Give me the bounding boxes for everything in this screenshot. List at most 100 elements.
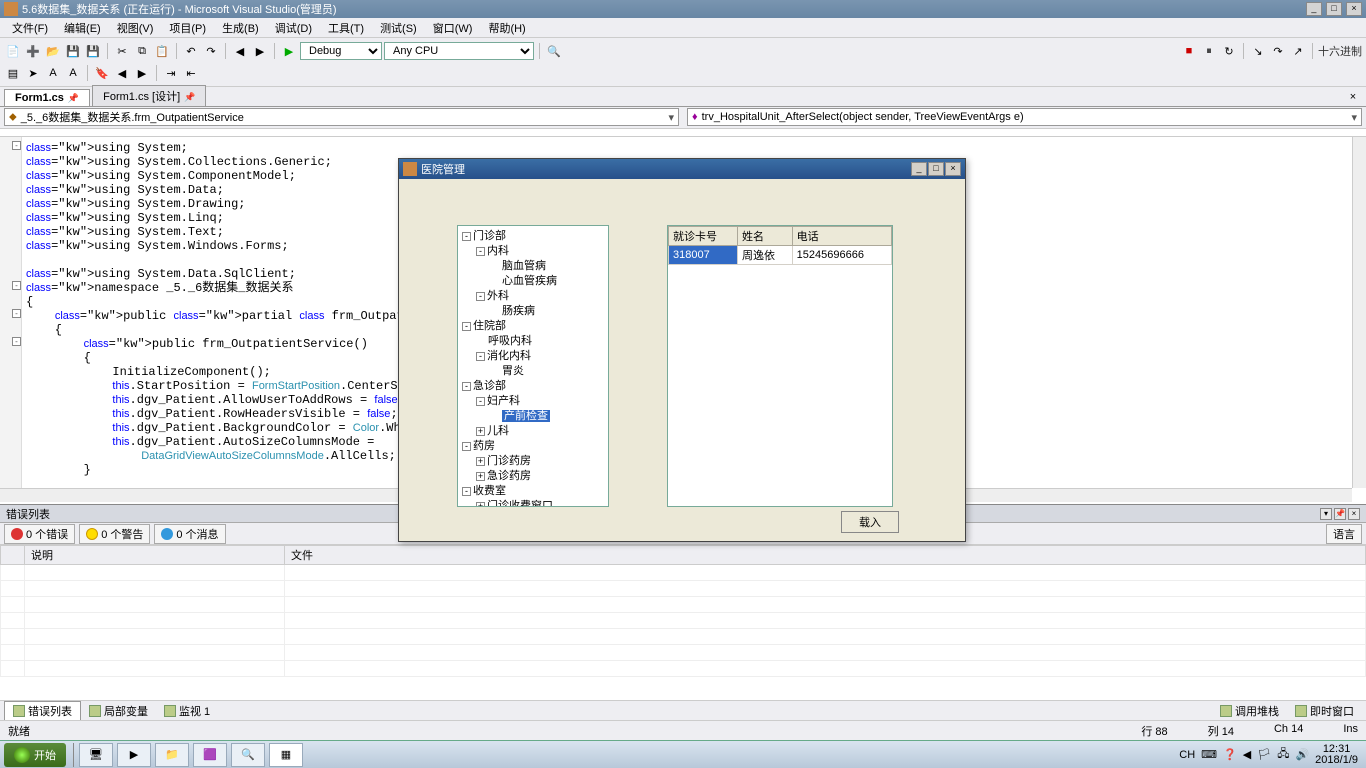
fold-icon[interactable]: - bbox=[12, 337, 21, 346]
tree-node[interactable]: +门诊药房 bbox=[460, 453, 606, 468]
tree-expander-icon[interactable]: + bbox=[476, 502, 485, 507]
dialog-close-button[interactable]: × bbox=[945, 162, 961, 176]
dialog-maximize-button[interactable]: □ bbox=[928, 162, 944, 176]
table-row[interactable] bbox=[1, 629, 1366, 645]
menu-edit[interactable]: 编辑(E) bbox=[56, 18, 109, 38]
taskbar-item[interactable]: 📁 bbox=[155, 743, 189, 767]
taskbar-clock[interactable]: 12:312018/1/9 bbox=[1315, 744, 1358, 766]
tree-node[interactable]: 呼吸内科 bbox=[460, 333, 606, 348]
tree-node[interactable]: -外科 bbox=[460, 288, 606, 303]
step-over-icon[interactable]: ↷ bbox=[1269, 42, 1287, 60]
tray-volume-icon[interactable]: 🔊 bbox=[1295, 748, 1309, 761]
start-debug-icon[interactable]: ▶ bbox=[280, 42, 298, 60]
tree-node-label[interactable]: 门诊收费窗口 bbox=[487, 500, 553, 507]
patient-datagrid[interactable]: 就诊卡号 姓名 电话 318007 周逸依 15245696666 bbox=[667, 225, 893, 507]
tree-node-label[interactable]: 心血管疾病 bbox=[502, 275, 557, 287]
menu-build[interactable]: 生成(B) bbox=[214, 18, 267, 38]
save-icon[interactable]: 💾 bbox=[64, 42, 82, 60]
tree-node[interactable]: +门诊收费窗口 bbox=[460, 498, 606, 507]
menu-test[interactable]: 测试(S) bbox=[372, 18, 425, 38]
errors-filter-button[interactable]: 0 个错误 bbox=[4, 524, 75, 544]
tab-form1-cs[interactable]: Form1.cs📌 bbox=[4, 89, 90, 106]
tree-node-label[interactable]: 门诊部 bbox=[473, 230, 506, 242]
col-name[interactable]: 姓名 bbox=[737, 227, 792, 246]
tree-node-label[interactable]: 收费室 bbox=[473, 485, 506, 497]
platform-combo[interactable]: Any CPU bbox=[384, 42, 534, 60]
tree-node-label[interactable]: 儿科 bbox=[487, 425, 509, 437]
table-row[interactable] bbox=[1, 613, 1366, 629]
config-combo[interactable]: Debug bbox=[300, 42, 382, 60]
tab-callstack[interactable]: 调用堆栈 bbox=[1212, 702, 1287, 720]
table-row[interactable] bbox=[1, 645, 1366, 661]
tree-node[interactable]: -药房 bbox=[460, 438, 606, 453]
menu-help[interactable]: 帮助(H) bbox=[480, 18, 533, 38]
messages-filter-button[interactable]: 0 个消息 bbox=[154, 524, 225, 544]
tree-node-label[interactable]: 药房 bbox=[473, 440, 495, 452]
class-combo[interactable]: ⬥_5._6数据集_数据关系.frm_OutpatientService▾ bbox=[4, 108, 679, 126]
tree-node-label[interactable]: 外科 bbox=[487, 290, 509, 302]
tab-locals[interactable]: 局部变量 bbox=[81, 702, 156, 720]
start-button[interactable]: 开始 bbox=[4, 743, 66, 767]
tree-node[interactable]: +儿科 bbox=[460, 423, 606, 438]
tray-expand-icon[interactable]: ◀ bbox=[1243, 748, 1251, 761]
tree-expander-icon[interactable]: - bbox=[462, 442, 471, 451]
tree-node-label[interactable]: 脑血管病 bbox=[502, 260, 546, 272]
maximize-button[interactable]: □ bbox=[1326, 2, 1342, 16]
tree-expander-icon[interactable]: - bbox=[476, 247, 485, 256]
add-item-icon[interactable]: ➕ bbox=[24, 42, 42, 60]
close-doc-icon[interactable]: × bbox=[1344, 88, 1362, 106]
undo-icon[interactable]: ↶ bbox=[182, 42, 200, 60]
tab-watch[interactable]: 监视 1 bbox=[156, 702, 218, 720]
language-filter[interactable]: 语言 bbox=[1326, 524, 1362, 544]
tree-expander-icon[interactable]: - bbox=[462, 322, 471, 331]
nav-back-icon[interactable]: ◀ bbox=[231, 42, 249, 60]
panel-dropdown-icon[interactable]: ▾ bbox=[1320, 508, 1332, 520]
tree-expander-icon[interactable]: + bbox=[476, 472, 485, 481]
tree-node-label[interactable]: 肠疾病 bbox=[502, 305, 535, 317]
taskbar-item[interactable]: 🖥 bbox=[79, 743, 113, 767]
tree-node-label[interactable]: 急诊药房 bbox=[487, 470, 531, 482]
table-row[interactable] bbox=[1, 661, 1366, 677]
pointer-icon[interactable]: ➤ bbox=[24, 64, 42, 82]
tree-node[interactable]: -门诊部 bbox=[460, 228, 606, 243]
stop-icon[interactable]: ■ bbox=[1180, 42, 1198, 60]
hospital-treeview[interactable]: -门诊部-内科脑血管病心血管疾病-外科肠疾病-住院部呼吸内科-消化内科胃炎-急诊… bbox=[457, 225, 609, 507]
col-card[interactable]: 就诊卡号 bbox=[669, 227, 738, 246]
save-all-icon[interactable]: 💾 bbox=[84, 42, 102, 60]
panel-close-icon[interactable]: × bbox=[1348, 508, 1360, 520]
fold-icon[interactable]: - bbox=[12, 281, 21, 290]
dialog-minimize-button[interactable]: _ bbox=[911, 162, 927, 176]
comment-icon[interactable]: A bbox=[44, 64, 62, 82]
tree-node-label[interactable]: 妇产科 bbox=[487, 395, 520, 407]
bookmark-prev-icon[interactable]: ◀ bbox=[113, 64, 131, 82]
tray-icon[interactable]: ❓ bbox=[1223, 748, 1237, 761]
copy-icon[interactable]: ⧉ bbox=[133, 42, 151, 60]
bookmark-next-icon[interactable]: ▶ bbox=[133, 64, 151, 82]
table-row[interactable] bbox=[1, 581, 1366, 597]
indent-icon[interactable]: ⇥ bbox=[162, 64, 180, 82]
tree-expander-icon[interactable]: + bbox=[476, 457, 485, 466]
tree-node[interactable]: -住院部 bbox=[460, 318, 606, 333]
tree-node-label[interactable]: 呼吸内科 bbox=[488, 335, 532, 347]
dialog-titlebar[interactable]: 医院管理 _ □ × bbox=[399, 159, 965, 179]
fold-icon[interactable]: - bbox=[12, 141, 21, 150]
ime-indicator[interactable]: CH bbox=[1179, 749, 1195, 761]
tree-expander-icon[interactable]: + bbox=[476, 427, 485, 436]
table-row[interactable] bbox=[1, 565, 1366, 581]
tray-network-icon[interactable]: 🖧 bbox=[1277, 745, 1289, 764]
fold-icon[interactable]: - bbox=[12, 309, 21, 318]
open-icon[interactable]: 📂 bbox=[44, 42, 62, 60]
new-project-icon[interactable]: 📄 bbox=[4, 42, 22, 60]
col-file[interactable]: 文件 bbox=[285, 546, 1366, 565]
table-row[interactable]: 318007 周逸依 15245696666 bbox=[669, 246, 892, 265]
tree-node-label[interactable]: 门诊药房 bbox=[487, 455, 531, 467]
tree-node[interactable]: 脑血管病 bbox=[460, 258, 606, 273]
pin-icon[interactable]: 📌 bbox=[184, 92, 195, 102]
tree-node[interactable]: -收费室 bbox=[460, 483, 606, 498]
tree-node-label[interactable]: 产前检查 bbox=[502, 410, 550, 422]
taskbar-item-app[interactable]: ▦ bbox=[269, 743, 303, 767]
bookmark-icon[interactable]: 🔖 bbox=[93, 64, 111, 82]
tree-expander-icon[interactable]: - bbox=[462, 487, 471, 496]
tree-expander-icon[interactable]: - bbox=[476, 352, 485, 361]
paste-icon[interactable]: 📋 bbox=[153, 42, 171, 60]
